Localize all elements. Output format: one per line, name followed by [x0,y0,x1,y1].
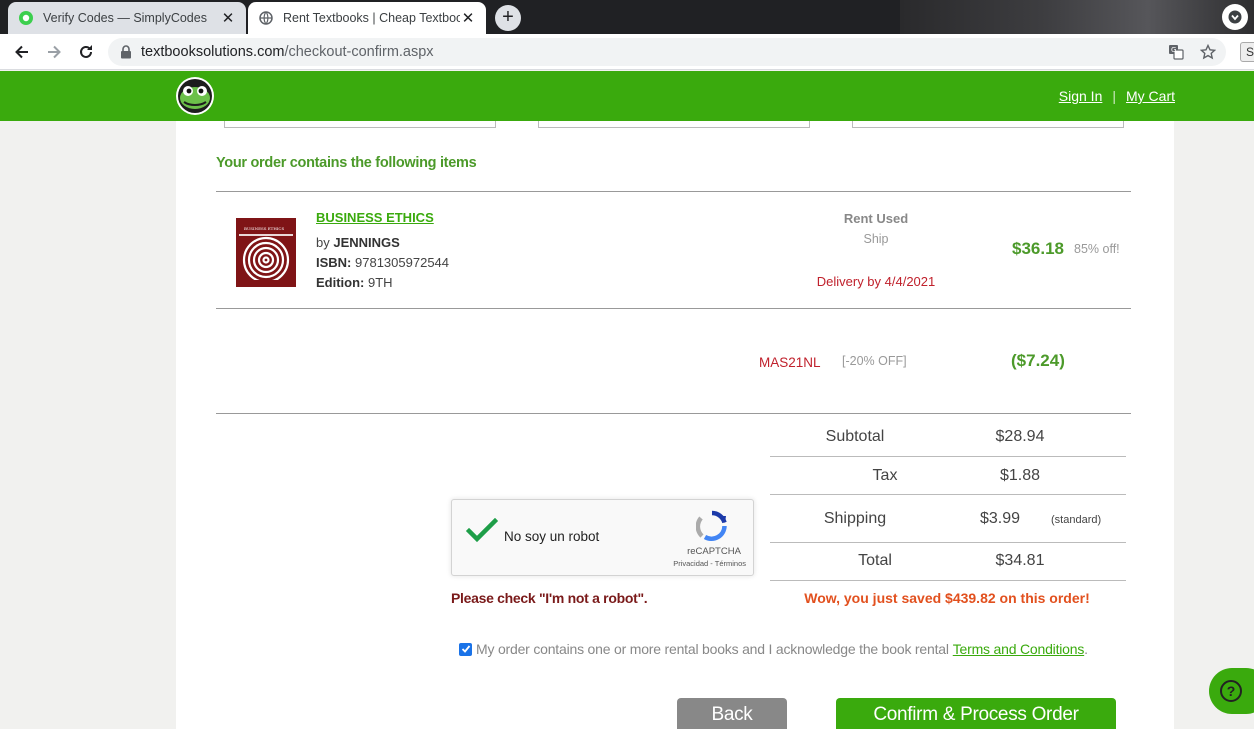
sign-in-link[interactable]: Sign In [1059,88,1103,104]
tax-row: Tax $1.88 [770,457,1126,495]
close-icon[interactable]: ✕ [220,9,236,27]
total-value: $34.81 [995,552,1045,569]
reload-icon[interactable] [74,40,98,64]
savings-message: Wow, you just saved $439.82 on this orde… [804,590,1090,606]
translate-icon[interactable]: G [1166,42,1186,62]
delivery-date: Delivery by 4/4/2021 [816,274,936,289]
tab-title: Rent Textbooks | Cheap Textboo [283,11,460,25]
item-price: $36.18 [1012,239,1064,258]
help-button[interactable]: ? [1209,668,1254,714]
tab-simplycodes[interactable]: Verify Codes — SimplyCodes ✕ [8,2,246,34]
header-links: Sign In | My Cart [1059,88,1175,104]
help-icon: ? [1220,680,1242,702]
plus-icon[interactable]: + [495,5,521,31]
order-totals: Subtotal $28.94 Tax $1.88 Shipping $3.99… [770,418,1126,581]
acknowledge-checkbox[interactable] [459,642,472,656]
checkmark-icon[interactable] [465,517,499,549]
close-icon[interactable]: ✕ [460,9,476,27]
tab-textbooks[interactable]: Rent Textbooks | Cheap Textboo ✕ [248,2,486,34]
frog-logo-icon[interactable] [175,76,215,116]
divider [216,191,1131,192]
shipping-method: Ship [863,232,889,246]
url-domain: textbooksolutions.com [141,44,285,60]
item-discount: 85% off! [1074,242,1120,256]
shipping-row: Shipping $3.99 (standard) [770,495,1126,543]
coupon-percent: [-20% OFF] [842,354,907,368]
site-header: Sign In | My Cart [0,71,1254,121]
subtotal-row: Subtotal $28.94 [770,418,1126,457]
url-path: /checkout-confirm.aspx [284,44,434,60]
form-box-bottom [538,121,810,128]
header-separator: | [1112,88,1116,104]
confirm-order-button[interactable]: Confirm & Process Order [836,698,1116,729]
back-button[interactable]: Back [677,698,787,729]
checkout-content: Your order contains the following items … [176,121,1174,729]
profile-icon[interactable] [1222,4,1248,30]
form-box-bottom [852,121,1124,128]
svg-text:G: G [1171,46,1176,54]
recaptcha-widget: No soy un robot reCAPTCHA Privacidad - T… [451,499,754,576]
total-label: Total [858,552,892,569]
back-arrow-icon[interactable] [10,40,34,64]
my-cart-link[interactable]: My Cart [1126,88,1175,104]
globe-icon [258,10,274,26]
browser-toolbar: textbooksolutions.com /checkout-confirm.… [0,34,1254,70]
form-box-bottom [224,121,496,128]
extension-icon[interactable]: S [1240,42,1254,62]
acknowledge-text: My order contains one or more rental boo… [476,641,949,657]
subtotal-value: $28.94 [995,428,1045,445]
address-bar[interactable]: textbooksolutions.com /checkout-confirm.… [108,38,1226,66]
acknowledge-suffix: . [1084,641,1088,657]
recaptcha-brand: reCAPTCHA [687,546,741,557]
book-isbn: ISBN: 9781305972544 [316,255,450,270]
coupon-amount: ($7.24) [1011,351,1065,370]
subtotal-label: Subtotal [825,428,885,445]
divider [216,413,1131,414]
tabstrip-background [900,0,1254,34]
coupon-code: MAS21NL [759,355,821,370]
recaptcha-label: No soy un robot [504,529,600,544]
rental-type: Rent Used [843,211,909,226]
tab-title: Verify Codes — SimplyCodes [43,11,207,25]
lock-icon[interactable] [120,45,132,59]
forward-arrow-icon[interactable] [42,40,66,64]
terms-link[interactable]: Terms and Conditions [953,641,1085,657]
book-edition: Edition: 9TH [316,275,393,290]
star-icon[interactable] [1198,42,1218,62]
divider [216,308,1131,309]
book-author: by JENNINGS [316,235,400,250]
shipping-note: (standard) [1051,514,1102,526]
simplycodes-icon [18,10,34,26]
total-row: Total $34.81 [770,543,1126,581]
recaptcha-links[interactable]: Privacidad - Términos [658,559,746,568]
browser-tabstrip: Verify Codes — SimplyCodes ✕ Rent Textbo… [0,0,1254,34]
svg-text:BUSINESS ETHICS: BUSINESS ETHICS [244,226,284,231]
recaptcha-icon [695,510,728,547]
tax-value: $1.88 [999,467,1041,484]
book-title-link[interactable]: BUSINESS ETHICS [316,210,434,225]
robot-warning: Please check "I'm not a robot". [451,590,648,606]
shipping-label: Shipping [823,510,887,527]
rental-acknowledgement: My order contains one or more rental boo… [459,641,1088,657]
book-cover-image[interactable]: BUSINESS ETHICS [236,212,296,287]
order-heading: Your order contains the following items [216,155,477,171]
